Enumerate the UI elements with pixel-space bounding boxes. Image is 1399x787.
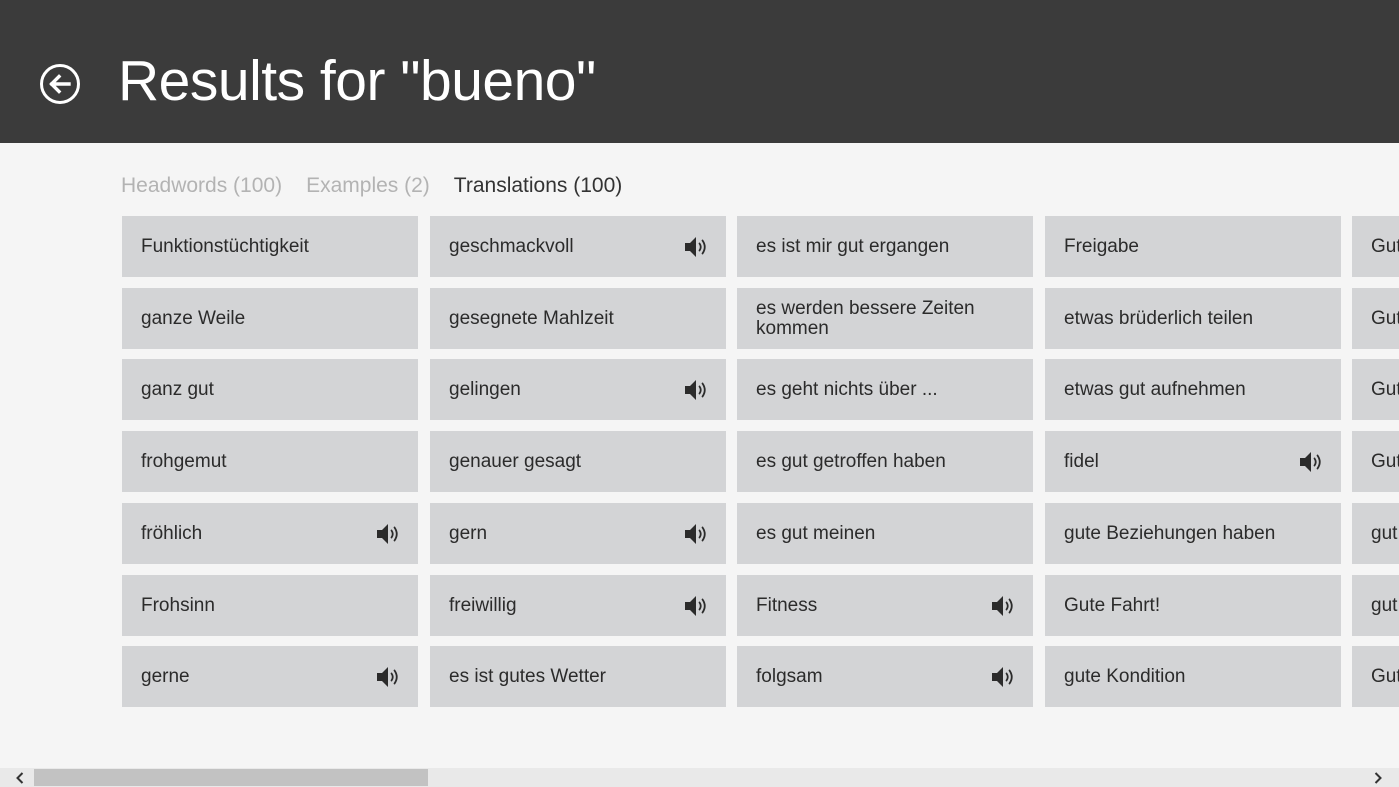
scroll-left-button[interactable] [12,770,28,786]
horizontal-scrollbar[interactable] [0,768,1399,787]
result-label: etwas brüderlich teilen [1064,307,1254,329]
result-label: Funktionstüchtigkeit [141,235,309,257]
result-tile[interactable]: es ist mir gut ergangen [737,216,1033,277]
result-label: Gut [1371,378,1399,400]
result-label: es ist gutes Wetter [449,665,606,687]
result-tile[interactable]: fidel [1045,431,1341,492]
result-label: gern [449,522,488,544]
result-label: frohgemut [141,450,227,472]
result-label: fröhlich [141,522,203,544]
speaker-icon[interactable] [682,592,710,620]
result-label: etwas gut aufnehmen [1064,378,1246,400]
result-label: gute Kondition [1064,665,1186,687]
result-label: ganz gut [141,378,214,400]
result-label: es gut meinen [756,522,876,544]
result-tile[interactable]: gerne [122,646,418,707]
speaker-icon[interactable] [682,376,710,404]
result-label: folgsam [756,665,823,687]
result-tile[interactable]: fröhlich [122,503,418,564]
scroll-right-button[interactable] [1370,770,1386,786]
result-tile[interactable]: Fitness [737,575,1033,636]
result-label: genauer gesagt [449,450,582,472]
result-tile[interactable]: Funktionstüchtigkeit [122,216,418,277]
speaker-icon[interactable] [682,520,710,548]
result-tile[interactable]: gelingen [430,359,726,420]
result-tile[interactable]: freiwillig [430,575,726,636]
result-tile[interactable]: es werden bessere Zeiten kommen [737,288,1033,349]
result-label: freiwillig [449,594,517,616]
tab-examples[interactable]: Examples (2) [306,174,430,202]
tab-headwords[interactable]: Headwords (100) [121,174,282,202]
result-label: Gute Fahrt! [1064,594,1161,616]
result-tabs: Headwords (100) Examples (2) Translation… [121,174,622,202]
result-label: Gut [1371,235,1399,257]
speaker-icon[interactable] [989,592,1017,620]
result-label: geschmackvoll [449,235,574,257]
speaker-icon[interactable] [989,663,1017,691]
result-label: Fitness [756,594,818,616]
result-label: gelingen [449,378,521,400]
result-tile[interactable]: genauer gesagt [430,431,726,492]
back-arrow-icon [40,64,80,104]
speaker-icon[interactable] [1297,448,1325,476]
result-tile[interactable]: etwas brüderlich teilen [1045,288,1341,349]
result-label: Gut [1371,665,1399,687]
result-tile[interactable]: Gut [1352,216,1399,277]
result-label: Frohsinn [141,594,215,616]
result-label: es ist mir gut ergangen [756,235,950,257]
result-tile[interactable]: gesegnete Mahlzeit [430,288,726,349]
speaker-icon[interactable] [682,233,710,261]
result-label: Freigabe [1064,235,1139,257]
result-label: es werden bessere Zeiten kommen [756,297,975,339]
result-tile[interactable]: Gut [1352,359,1399,420]
result-label: es gut getroffen haben [756,450,946,472]
result-label: gut [1371,522,1398,544]
result-label: Gut [1371,307,1399,329]
result-label: gut [1371,594,1398,616]
result-tile[interactable]: Gut [1352,431,1399,492]
chevron-right-icon [1374,772,1382,784]
result-tile[interactable]: Frohsinn [122,575,418,636]
speaker-icon[interactable] [374,663,402,691]
result-tile[interactable]: gern [430,503,726,564]
back-button[interactable] [39,63,81,105]
result-tile[interactable]: gute Kondition [1045,646,1341,707]
result-tile[interactable]: gut [1352,575,1399,636]
result-label: gerne [141,665,190,687]
result-tile[interactable]: ganz gut [122,359,418,420]
result-tile[interactable]: frohgemut [122,431,418,492]
result-tile[interactable]: es gut getroffen haben [737,431,1033,492]
result-tile[interactable]: es gut meinen [737,503,1033,564]
result-tile[interactable]: es ist gutes Wetter [430,646,726,707]
result-tile[interactable]: Freigabe [1045,216,1341,277]
scrollbar-thumb[interactable] [34,769,428,786]
chevron-left-icon [16,772,24,784]
result-tile[interactable]: gute Beziehungen haben [1045,503,1341,564]
result-tile[interactable]: gut [1352,503,1399,564]
result-tile[interactable]: folgsam [737,646,1033,707]
result-label: gesegnete Mahlzeit [449,307,614,329]
tab-translations[interactable]: Translations (100) [454,174,622,202]
speaker-icon[interactable] [374,520,402,548]
app-header: Results for "bueno" [0,0,1399,143]
result-label: gute Beziehungen haben [1064,522,1276,544]
result-tile[interactable]: Gut [1352,646,1399,707]
page-title: Results for "bueno" [118,49,596,113]
translations-grid: Funktionstüchtigkeit ganze Weile ganz gut f… [122,216,1399,708]
result-tile[interactable]: geschmackvoll [430,216,726,277]
result-tile[interactable]: ganze Weile [122,288,418,349]
result-label: es geht nichts über ... [756,378,938,400]
result-label: ganze Weile [141,307,246,329]
result-tile[interactable]: Gut [1352,288,1399,349]
result-tile[interactable]: Gute Fahrt! [1045,575,1341,636]
result-label: Gut [1371,450,1399,472]
result-label: fidel [1064,450,1099,472]
result-tile[interactable]: es geht nichts über ... [737,359,1033,420]
result-tile[interactable]: etwas gut aufnehmen [1045,359,1341,420]
